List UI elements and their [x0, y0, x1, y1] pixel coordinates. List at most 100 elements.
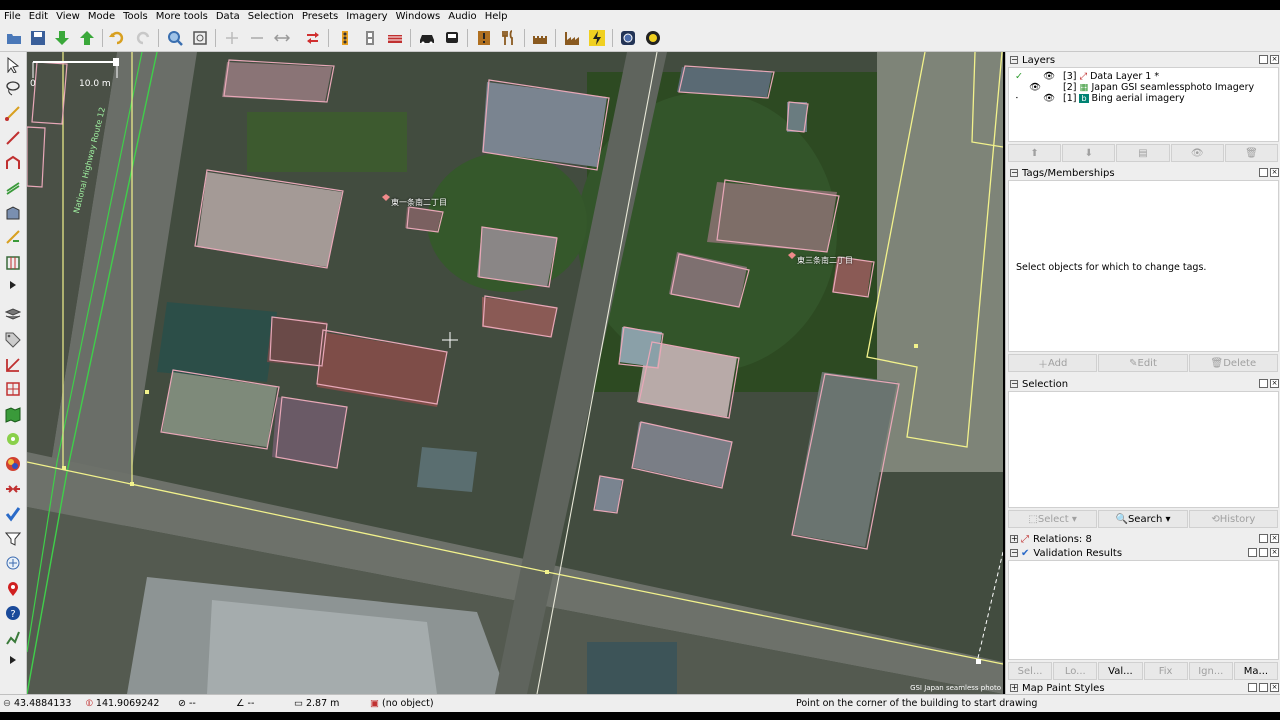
panel-close-icon[interactable]: × [1270, 379, 1279, 388]
delete-layer-button[interactable]: 🗑 [1224, 144, 1279, 162]
menu-edit[interactable]: Edit [25, 10, 52, 24]
menu-view[interactable]: View [52, 10, 84, 24]
search-button[interactable]: 🔍 Search ▾ [1098, 510, 1188, 528]
lasso-tool-icon[interactable] [2, 77, 24, 99]
restaurant-icon[interactable] [498, 27, 520, 49]
layers-tool-icon[interactable] [2, 304, 24, 326]
upload-icon[interactable] [76, 27, 98, 49]
visibility-eye-icon[interactable]: 👁 [1029, 82, 1063, 93]
menu-more-tools[interactable]: More tools [152, 10, 212, 24]
history-button[interactable]: ⟲ History [1188, 510, 1278, 528]
menu-help[interactable]: Help [481, 10, 512, 24]
tab-validate[interactable]: Val... [1098, 662, 1143, 680]
panel-close-icon[interactable]: × [1270, 534, 1279, 543]
panel-detach-icon[interactable] [1259, 534, 1268, 543]
validator-icon[interactable] [2, 503, 24, 525]
barrier-icon[interactable] [384, 27, 406, 49]
select-tool-icon[interactable] [2, 54, 24, 76]
expand-arrow-icon[interactable] [2, 274, 24, 296]
extrude-icon[interactable] [2, 152, 24, 174]
map-view[interactable]: 0 10.0 m National Highway Route 12 東一条南二… [27, 52, 1003, 694]
layer-row-gsi[interactable]: 👁 [2] ▦ Japan GSI seamlessphoto Imagery [1015, 82, 1254, 93]
redo-icon[interactable] [132, 27, 154, 49]
tags-panel-title[interactable]: − Tags/Memberships × [1006, 166, 1280, 180]
menu-imagery[interactable]: Imagery [342, 10, 391, 24]
toggle-visibility-button[interactable]: 👁 [1170, 144, 1224, 162]
panel-close-icon[interactable]: × [1270, 168, 1279, 177]
info-icon[interactable] [473, 27, 495, 49]
align-circle-icon[interactable] [221, 27, 243, 49]
reverse-way-icon[interactable] [302, 27, 324, 49]
help-icon[interactable]: ? [2, 602, 24, 624]
menu-tools[interactable]: Tools [119, 10, 152, 24]
panel-detach-icon[interactable] [1259, 548, 1268, 557]
draw-tool-icon[interactable] [2, 102, 24, 124]
parallel-way-icon[interactable] [2, 176, 24, 198]
conflation-icon[interactable] [2, 378, 24, 400]
tab-fix[interactable]: Fix [1143, 662, 1188, 680]
save-icon[interactable] [27, 27, 49, 49]
orthogonalize-icon[interactable] [271, 27, 293, 49]
panel-detach-icon[interactable] [1259, 55, 1268, 64]
tab-map[interactable]: Ma... [1233, 662, 1279, 680]
traffic-light-icon[interactable] [334, 27, 356, 49]
relation-icon[interactable] [2, 354, 24, 376]
map-paint-panel-title[interactable]: + Map Paint Styles × [1006, 681, 1280, 695]
panel-settings-icon[interactable] [1248, 548, 1257, 557]
panel-detach-icon[interactable] [1259, 683, 1268, 692]
download-icon[interactable] [51, 27, 73, 49]
globe-icon[interactable] [2, 453, 24, 475]
undo-icon[interactable] [106, 27, 128, 49]
merge-layer-button[interactable]: ▤ [1116, 144, 1170, 162]
menu-windows[interactable]: Windows [392, 10, 445, 24]
marker-icon[interactable] [2, 578, 24, 600]
camera-icon[interactable] [617, 27, 639, 49]
route-icon[interactable] [2, 627, 24, 649]
bus-icon[interactable] [441, 27, 463, 49]
select-button[interactable]: ⬚ Select ▾ [1008, 510, 1098, 528]
edit-tag-button[interactable]: ✎ Edit [1098, 354, 1188, 372]
sun-icon[interactable] [642, 27, 664, 49]
menu-selection[interactable]: Selection [244, 10, 298, 24]
gps-icon[interactable] [2, 428, 24, 450]
visibility-eye-icon[interactable]: 👁 [1043, 93, 1063, 104]
terracer-icon[interactable] [2, 252, 24, 274]
layers-panel-title[interactable]: − Layers × [1006, 53, 1280, 67]
tab-lookup[interactable]: Lo... [1053, 662, 1098, 680]
menu-presets[interactable]: Presets [298, 10, 342, 24]
delete-tag-button[interactable]: 🗑 Delete [1188, 354, 1278, 372]
expand-more-icon[interactable] [2, 649, 24, 671]
align-line-icon[interactable] [246, 27, 268, 49]
castle-icon[interactable] [529, 27, 551, 49]
merge-icon[interactable] [2, 478, 24, 500]
panel-close-icon[interactable]: × [1270, 683, 1279, 692]
layer-row-bing[interactable]: ⠂ 👁 [1] b Bing aerial imagery [1015, 93, 1185, 104]
menu-audio[interactable]: Audio [444, 10, 480, 24]
tab-select[interactable]: Sel... [1008, 662, 1053, 680]
validation-list[interactable] [1008, 560, 1279, 660]
building-tool-icon[interactable] [2, 202, 24, 224]
add-tag-button[interactable]: ＋ Add [1008, 354, 1098, 372]
validation-panel-title[interactable]: − ✔ Validation Results × [1006, 546, 1280, 560]
selection-panel-title[interactable]: − Selection × [1006, 377, 1280, 391]
crossing-icon[interactable] [359, 27, 381, 49]
map-icon[interactable] [2, 404, 24, 426]
tab-ignore[interactable]: Ign... [1188, 662, 1233, 680]
improve-way-icon[interactable] [2, 226, 24, 248]
panel-detach-icon[interactable] [1259, 168, 1268, 177]
panel-close-icon[interactable]: × [1270, 55, 1279, 64]
panel-settings-icon[interactable] [1248, 683, 1257, 692]
measure-icon[interactable] [2, 552, 24, 574]
car-icon[interactable] [416, 27, 438, 49]
menu-file[interactable]: File [0, 10, 25, 24]
move-up-button[interactable]: ⬆ [1008, 144, 1062, 162]
zoom-icon[interactable] [164, 27, 186, 49]
layer-row-data[interactable]: ✓ 👁 [3] ⤢ Data Layer 1 * [1015, 71, 1159, 82]
split-way-icon[interactable] [2, 127, 24, 149]
move-down-button[interactable]: ⬇ [1062, 144, 1116, 162]
move-handle-icon[interactable]: ⠂ [1015, 94, 1029, 103]
imagery-attribution[interactable]: GSI Japan seamless photo [910, 684, 1001, 692]
tag-icon[interactable] [2, 329, 24, 351]
power-icon[interactable] [586, 27, 608, 49]
industrial-icon[interactable] [561, 27, 583, 49]
